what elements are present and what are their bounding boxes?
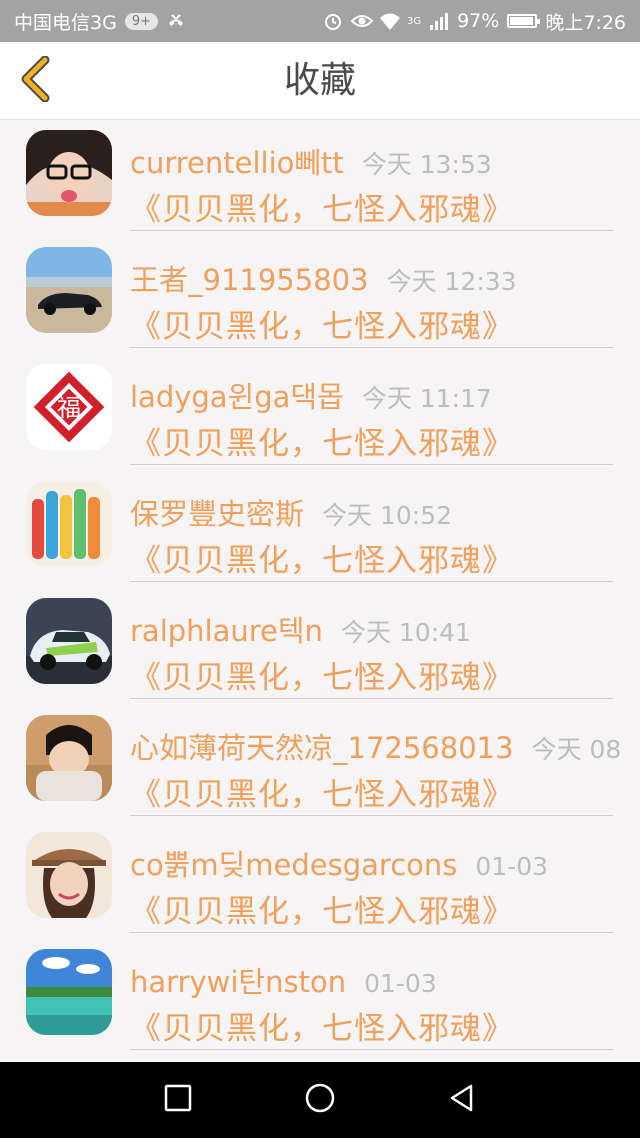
item-header: co뿕m딪medesgarcons 01-03: [130, 842, 548, 884]
avatar[interactable]: [26, 481, 112, 567]
header: 收藏: [0, 42, 640, 120]
alarm-icon: [323, 11, 343, 31]
avatar[interactable]: [26, 715, 112, 801]
timestamp: 今天 08: [531, 735, 622, 764]
item-header: ralphlaure텍n 今天 10:41: [130, 608, 471, 650]
avatar[interactable]: [26, 247, 112, 333]
work-title[interactable]: 《贝贝黑化，七怪入邪魂》: [130, 886, 514, 931]
work-title[interactable]: 《贝贝黑化，七怪入邪魂》: [130, 652, 514, 697]
user-name[interactable]: ralphlaure텍n: [130, 614, 323, 648]
user-name[interactable]: co뿕m딪medesgarcons: [130, 848, 457, 882]
svg-text:福: 福: [57, 394, 81, 422]
divider: [130, 932, 613, 933]
status-bar: 中国电信3G 9+ 3G 97% 晚上7:26: [0, 0, 640, 42]
divider: [130, 815, 613, 816]
network-type-label: 3G: [406, 15, 422, 27]
system-back-button[interactable]: [442, 1080, 482, 1120]
work-title[interactable]: 《贝贝黑化，七怪入邪魂》: [130, 184, 514, 229]
battery-percent: 97%: [457, 10, 500, 32]
divider: [130, 581, 613, 582]
signal-icon: [429, 11, 449, 31]
work-title[interactable]: 《贝贝黑化，七怪入邪魂》: [130, 769, 514, 814]
missed-call-icon: [166, 11, 186, 31]
work-title[interactable]: 《贝贝黑化，七怪入邪魂》: [130, 535, 514, 580]
user-name[interactable]: 心如薄荷天然凉_172568013: [130, 731, 514, 765]
list-item[interactable]: ralphlaure텍n 今天 10:41 《贝贝黑化，七怪入邪魂》: [0, 588, 640, 705]
battery-icon: [507, 14, 541, 28]
timestamp: 今天 12:33: [386, 267, 517, 296]
timestamp: 今天 11:17: [361, 384, 492, 413]
wifi-icon: [379, 11, 400, 31]
timestamp: 01-03: [475, 852, 549, 881]
work-title[interactable]: 《贝贝黑化，七怪入邪魂》: [130, 418, 514, 463]
eye-icon: [350, 11, 374, 31]
home-button[interactable]: [300, 1080, 340, 1120]
list-item[interactable]: harrywi탄nston 01-03 《贝贝黑化，七怪入邪魂》: [0, 939, 640, 1056]
timestamp: 01-03: [364, 969, 437, 998]
avatar[interactable]: [26, 130, 112, 216]
list-item[interactable]: 福 ladyga윈ga댁몹 今天 11:17 《贝贝黑化，七怪入邪魂》: [0, 354, 640, 471]
item-header: 保罗豐史密斯 今天 10:52: [130, 491, 452, 533]
notification-badge: 9+: [124, 12, 158, 30]
list-item[interactable]: co뿕m딪medesgarcons 01-03 《贝贝黑化，七怪入邪魂》: [0, 822, 640, 939]
circle-icon: [304, 1082, 336, 1118]
timestamp: 今天 13:53: [361, 150, 492, 179]
avatar[interactable]: 福: [26, 364, 112, 450]
page-title: 收藏: [283, 60, 356, 101]
work-title[interactable]: 《贝贝黑化，七怪入邪魂》: [130, 1003, 514, 1048]
timestamp: 今天 10:52: [322, 501, 453, 530]
carrier-label: 中国电信3G: [14, 11, 117, 34]
list-item[interactable]: currentellio뻬tt 今天 13:53 《贝贝黑化，七怪入邪魂》: [0, 120, 640, 237]
avatar[interactable]: [26, 598, 112, 684]
avatar[interactable]: [26, 949, 112, 1035]
divider: [130, 230, 613, 231]
clock: 晚上7:26: [545, 11, 626, 34]
list-item[interactable]: 保罗豐史密斯 今天 10:52 《贝贝黑化，七怪入邪魂》: [0, 471, 640, 588]
item-header: harrywi탄nston 01-03: [130, 959, 437, 1001]
user-name[interactable]: 王者_911955803: [130, 263, 369, 297]
item-header: 心如薄荷天然凉_172568013 今天 08: [130, 725, 621, 767]
user-name[interactable]: 保罗豐史密斯: [130, 497, 304, 531]
divider: [130, 347, 613, 348]
triangle-back-icon: [446, 1082, 478, 1118]
item-header: currentellio뻬tt 今天 13:53: [130, 140, 492, 182]
divider: [130, 698, 613, 699]
divider: [130, 464, 613, 465]
item-header: ladyga윈ga댁몹 今天 11:17: [130, 374, 492, 416]
list-item[interactable]: 王者_911955803 今天 12:33 《贝贝黑化，七怪入邪魂》: [0, 237, 640, 354]
divider: [130, 1049, 613, 1050]
user-name[interactable]: ladyga윈ga댁몹: [130, 380, 344, 414]
user-name[interactable]: harrywi탄nston: [130, 965, 346, 999]
navigation-bar: [0, 1062, 640, 1138]
avatar[interactable]: [26, 832, 112, 918]
item-header: 王者_911955803 今天 12:33: [130, 257, 517, 299]
recent-apps-button[interactable]: [158, 1080, 198, 1120]
list-item[interactable]: 心如薄荷天然凉_172568013 今天 08 《贝贝黑化，七怪入邪魂》: [0, 705, 640, 822]
timestamp: 今天 10:41: [340, 618, 471, 647]
square-icon: [163, 1083, 193, 1117]
work-title[interactable]: 《贝贝黑化，七怪入邪魂》: [130, 301, 514, 346]
favorites-list: currentellio뻬tt 今天 13:53 《贝贝黑化，七怪入邪魂》 王者_91…: [0, 120, 640, 1062]
user-name[interactable]: currentellio뻬tt: [130, 146, 344, 180]
